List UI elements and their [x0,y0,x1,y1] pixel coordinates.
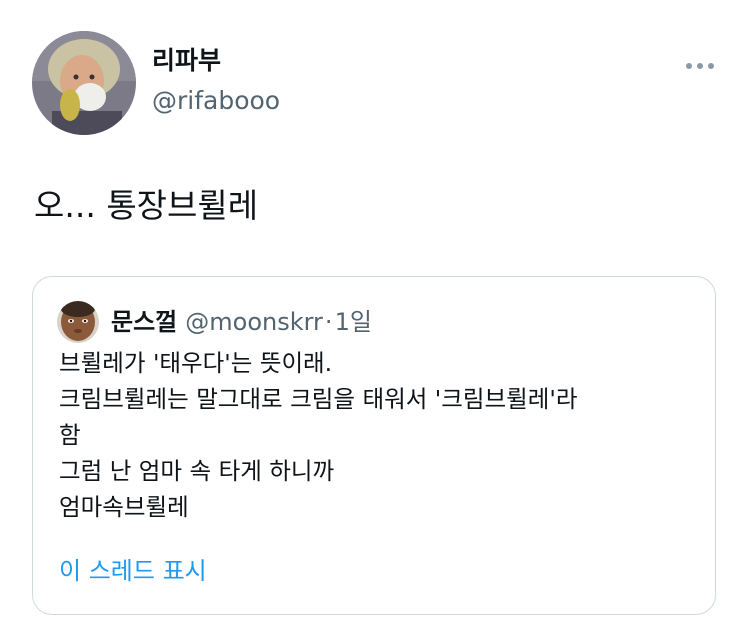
quoted-tweet-header: 문스껄 @moonskrr·1일 [111,305,372,339]
separator-dot: · [324,308,333,336]
quoted-tweet-card[interactable]: 문스껄 @moonskrr·1일 브륄레가 '태우다'는 뜻이래. 크림브륄레는 … [32,276,716,615]
quoted-tweet-line: 그럼 난 엄마 속 타게 하니까 [59,457,335,485]
quoted-author-display-name[interactable]: 문스껄 [111,308,177,336]
author-display-name[interactable]: 리파부 [152,46,221,76]
author-handle[interactable]: @rifabooo [152,86,280,116]
quoted-tweet-time[interactable]: 1일 [335,308,372,336]
author-avatar[interactable] [32,31,136,135]
quoted-tweet-line: 크림브륄레는 말그대로 크림을 태워서 '크림브륄레'라 [59,385,578,413]
face-avatar-icon [57,301,99,343]
more-dots-icon [686,63,714,69]
quoted-tweet-line: 엄마속브륄레 [59,493,189,521]
quoted-author-avatar[interactable] [57,301,99,343]
quoted-tweet-text: 브륄레가 '태우다'는 뜻이래. 크림브륄레는 말그대로 크림을 태워서 '크림… [59,345,699,525]
more-options-button[interactable] [680,52,720,80]
quoted-author-handle[interactable]: @moonskrr [185,308,323,336]
portrait-avatar-icon [32,31,136,135]
tweet-text: 오... 통장브륄레 [34,186,259,225]
show-thread-link[interactable]: 이 스레드 표시 [59,554,207,588]
quoted-tweet-line: 브륄레가 '태우다'는 뜻이래. [59,349,333,377]
quoted-tweet-line: 함 [59,421,81,449]
